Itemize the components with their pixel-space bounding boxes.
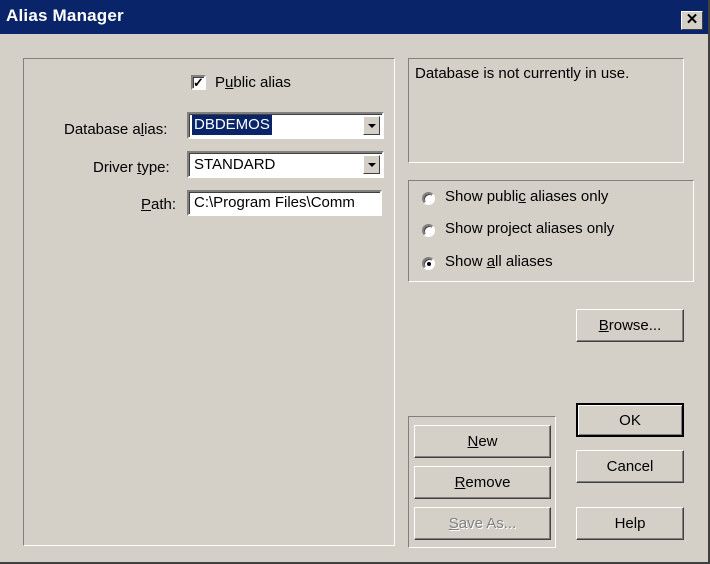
driver-type-combo[interactable]: STANDARD	[187, 151, 384, 178]
status-box: Database is not currently in use.	[408, 58, 684, 163]
path-label: Path:	[141, 196, 177, 213]
new-button[interactable]: New	[414, 425, 551, 458]
public-alias-check[interactable]: ✓	[191, 75, 206, 90]
alias-manager-window: Alias Manager ✕ ✓ Public alias Database …	[0, 0, 710, 564]
database-alias-combo[interactable]: DBDEMOS	[187, 112, 384, 139]
chevron-down-icon[interactable]	[363, 116, 380, 135]
radio-show-public-label: Show public aliases only	[445, 188, 609, 205]
driver-type-value: STANDARD	[194, 156, 276, 173]
remove-button[interactable]: Remove	[414, 466, 551, 499]
driver-type-label: Driver type:	[93, 159, 170, 176]
window-title: Alias Manager	[6, 6, 124, 25]
database-alias-label: Database alias:	[64, 121, 168, 138]
save-as-button[interactable]: Save As...	[414, 507, 551, 540]
path-input[interactable]: C:\Program Files\Comm	[187, 190, 382, 216]
public-alias-label: Public alias	[215, 74, 291, 91]
chevron-down-icon[interactable]	[363, 155, 380, 174]
browse-button[interactable]: Browse...	[576, 309, 684, 342]
ok-button[interactable]: OK	[576, 403, 684, 437]
radio-show-all-label: Show all aliases	[445, 253, 553, 270]
close-button[interactable]: ✕	[681, 11, 703, 30]
database-alias-value: DBDEMOS	[192, 115, 272, 135]
title-bar[interactable]: Alias Manager ✕	[0, 0, 708, 34]
close-icon: ✕	[685, 11, 699, 28]
radio-show-project-indicator[interactable]	[422, 224, 435, 237]
radio-show-all-indicator[interactable]	[422, 257, 435, 270]
cancel-button[interactable]: Cancel	[576, 450, 684, 483]
path-value: C:\Program Files\Comm	[194, 194, 355, 211]
radio-show-project-label: Show project aliases only	[445, 220, 615, 237]
status-text: Database is not currently in use.	[415, 65, 630, 82]
radio-show-public-indicator[interactable]	[422, 192, 435, 205]
help-button[interactable]: Help	[576, 507, 684, 540]
